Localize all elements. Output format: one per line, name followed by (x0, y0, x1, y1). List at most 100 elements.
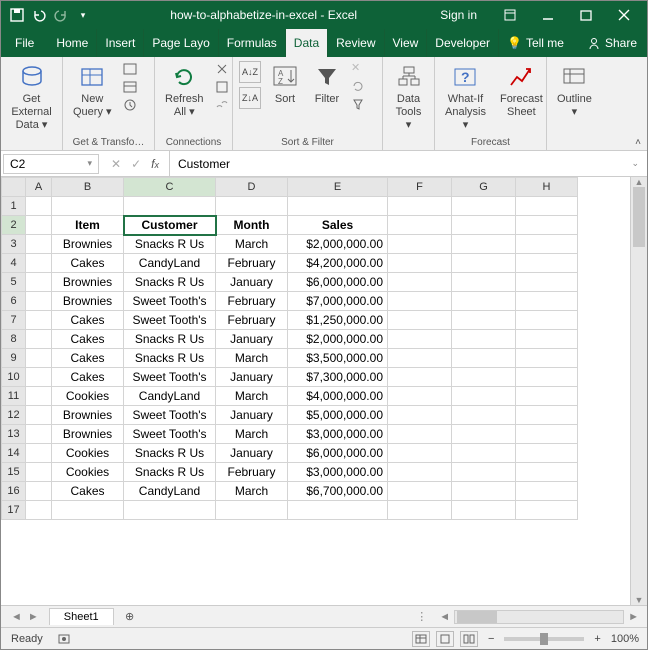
maximize-icon[interactable] (569, 3, 603, 27)
cell-G3[interactable] (452, 235, 516, 254)
cell-B7[interactable]: Cakes (52, 311, 124, 330)
macro-record-icon[interactable] (57, 632, 71, 646)
cell-F9[interactable] (388, 349, 452, 368)
cell-A7[interactable] (26, 311, 52, 330)
cell-D6[interactable]: February (216, 292, 288, 311)
tab-file[interactable]: File (1, 29, 48, 57)
cell-B1[interactable] (52, 197, 124, 216)
cell-H4[interactable] (516, 254, 578, 273)
row-header-4[interactable]: 4 (2, 254, 26, 273)
tab-formulas[interactable]: Formulas (219, 29, 286, 57)
cell-A16[interactable] (26, 482, 52, 501)
cell-F14[interactable] (388, 444, 452, 463)
fx-icon[interactable]: fx (151, 157, 159, 171)
cell-C7[interactable]: Sweet Tooth's (124, 311, 216, 330)
cell-B6[interactable]: Brownies (52, 292, 124, 311)
cell-C1[interactable] (124, 197, 216, 216)
cell-E1[interactable] (288, 197, 388, 216)
zoom-level[interactable]: 100% (611, 633, 639, 645)
cell-F10[interactable] (388, 368, 452, 387)
formula-input[interactable]: Customer ⌄ (169, 151, 647, 176)
cell-H9[interactable] (516, 349, 578, 368)
page-layout-view-button[interactable] (436, 631, 454, 647)
row-header-14[interactable]: 14 (2, 444, 26, 463)
cell-D15[interactable]: February (216, 463, 288, 482)
cell-H7[interactable] (516, 311, 578, 330)
filter-button[interactable]: Filter (309, 61, 345, 108)
get-external-data-button[interactable]: Get External Data ▾ (7, 61, 56, 135)
cell-F4[interactable] (388, 254, 452, 273)
cell-F1[interactable] (388, 197, 452, 216)
cell-D9[interactable]: March (216, 349, 288, 368)
cell-B3[interactable]: Brownies (52, 235, 124, 254)
connections-icon[interactable] (214, 61, 230, 77)
sort-asc-button[interactable]: A↓Z (239, 61, 261, 83)
data-tools-button[interactable]: Data Tools ▾ (389, 61, 428, 135)
whatif-button[interactable]: ? What-If Analysis ▾ (441, 61, 490, 135)
cell-D13[interactable]: March (216, 425, 288, 444)
horizontal-scrollbar[interactable] (454, 610, 624, 624)
cell-H10[interactable] (516, 368, 578, 387)
cell-B12[interactable]: Brownies (52, 406, 124, 425)
cell-G15[interactable] (452, 463, 516, 482)
cell-F13[interactable] (388, 425, 452, 444)
cell-E10[interactable]: $7,300,000.00 (288, 368, 388, 387)
cell-B16[interactable]: Cakes (52, 482, 124, 501)
cell-F5[interactable] (388, 273, 452, 292)
cell-C17[interactable] (124, 501, 216, 520)
cell-A6[interactable] (26, 292, 52, 311)
select-all-corner[interactable] (2, 178, 26, 197)
row-header-13[interactable]: 13 (2, 425, 26, 444)
cell-G10[interactable] (452, 368, 516, 387)
tab-insert[interactable]: Insert (97, 29, 144, 57)
cell-G13[interactable] (452, 425, 516, 444)
cell-B10[interactable]: Cakes (52, 368, 124, 387)
ribbon-options-icon[interactable] (493, 3, 527, 27)
tab-data[interactable]: Data (286, 29, 328, 57)
row-header-6[interactable]: 6 (2, 292, 26, 311)
cell-F2[interactable] (388, 216, 452, 235)
cell-A4[interactable] (26, 254, 52, 273)
col-header-C[interactable]: C (124, 178, 216, 197)
qat-dropdown-icon[interactable]: ▾ (75, 7, 91, 23)
cell-H8[interactable] (516, 330, 578, 349)
cancel-formula-icon[interactable]: ✕ (111, 157, 121, 171)
cell-A14[interactable] (26, 444, 52, 463)
cell-D5[interactable]: January (216, 273, 288, 292)
cell-A15[interactable] (26, 463, 52, 482)
cell-A8[interactable] (26, 330, 52, 349)
row-header-17[interactable]: 17 (2, 501, 26, 520)
cell-H3[interactable] (516, 235, 578, 254)
cell-H2[interactable] (516, 216, 578, 235)
vertical-scrollbar[interactable]: ▲ ▼ (630, 177, 647, 605)
clear-filter-icon[interactable]: ✕ (351, 61, 367, 77)
add-sheet-button[interactable]: ⊕ (120, 610, 140, 623)
cell-C11[interactable]: CandyLand (124, 387, 216, 406)
cell-B11[interactable]: Cookies (52, 387, 124, 406)
cell-C12[interactable]: Sweet Tooth's (124, 406, 216, 425)
row-header-11[interactable]: 11 (2, 387, 26, 406)
row-header-1[interactable]: 1 (2, 197, 26, 216)
cell-H16[interactable] (516, 482, 578, 501)
col-header-D[interactable]: D (216, 178, 288, 197)
cell-A12[interactable] (26, 406, 52, 425)
row-header-9[interactable]: 9 (2, 349, 26, 368)
advanced-filter-icon[interactable] (351, 97, 367, 113)
sheet-next-icon[interactable]: ► (28, 611, 39, 623)
outline-button[interactable]: Outline ▾ (553, 61, 596, 121)
row-header-15[interactable]: 15 (2, 463, 26, 482)
hscroll-right-icon[interactable]: ► (624, 611, 643, 623)
tab-developer[interactable]: Developer (427, 29, 499, 57)
row-header-16[interactable]: 16 (2, 482, 26, 501)
page-break-view-button[interactable] (460, 631, 478, 647)
cell-B2[interactable]: Item (52, 216, 124, 235)
cell-F7[interactable] (388, 311, 452, 330)
cell-B9[interactable]: Cakes (52, 349, 124, 368)
row-header-12[interactable]: 12 (2, 406, 26, 425)
cell-E2[interactable]: Sales (288, 216, 388, 235)
cell-E15[interactable]: $3,000,000.00 (288, 463, 388, 482)
show-queries-icon[interactable] (122, 61, 138, 77)
cell-E14[interactable]: $6,000,000.00 (288, 444, 388, 463)
cell-B15[interactable]: Cookies (52, 463, 124, 482)
cell-G12[interactable] (452, 406, 516, 425)
